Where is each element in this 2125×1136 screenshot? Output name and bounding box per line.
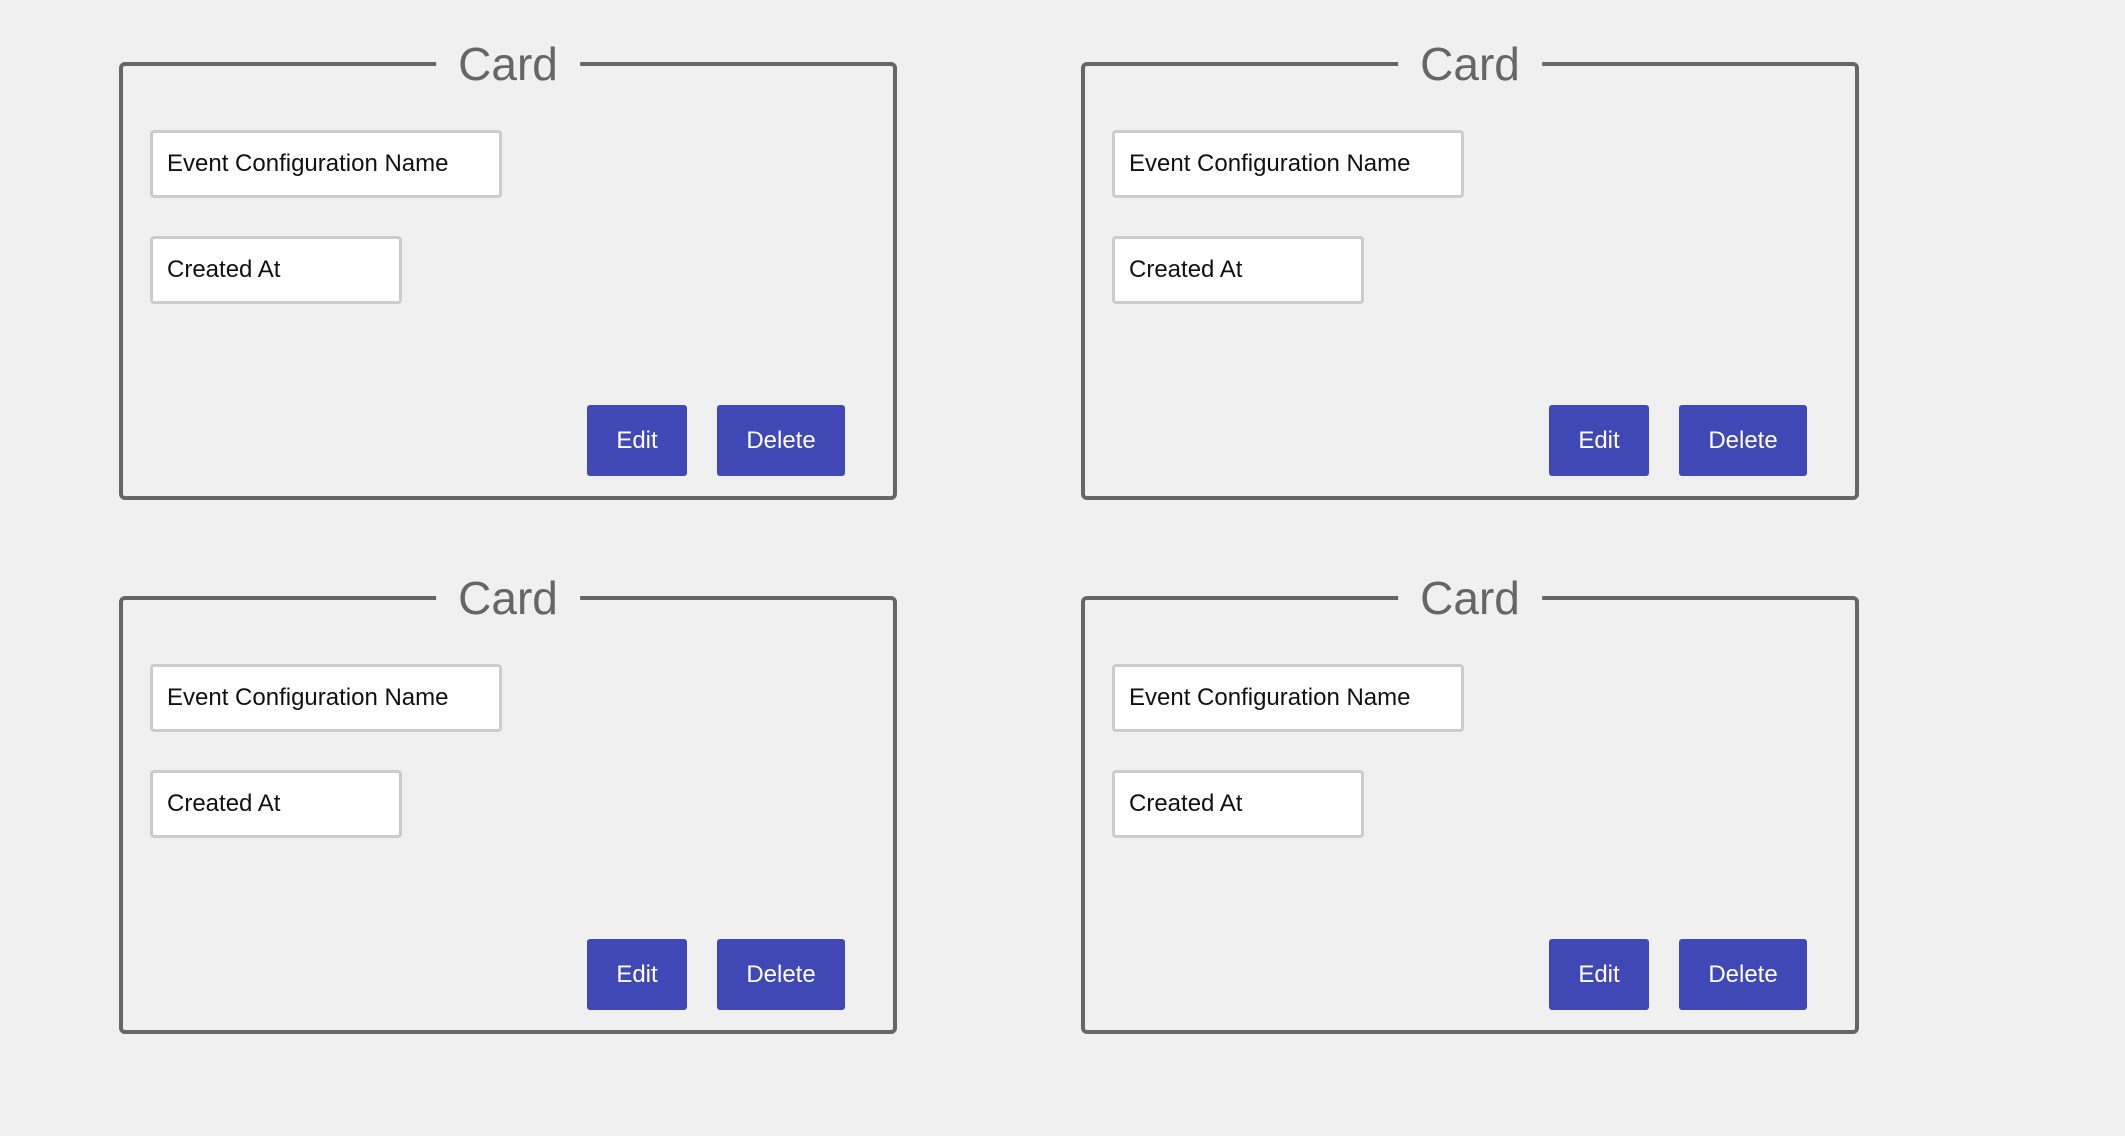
- card-title: Card: [1398, 564, 1542, 632]
- page: Card Event Configuration Name Created At…: [0, 0, 2125, 1136]
- card: Card Event Configuration Name Created At…: [119, 564, 897, 1034]
- event-configuration-name-field[interactable]: Event Configuration Name: [150, 130, 502, 198]
- card: Card Event Configuration Name Created At…: [1081, 30, 1859, 500]
- delete-button[interactable]: Delete: [717, 939, 845, 1010]
- card: Card Event Configuration Name Created At…: [119, 30, 897, 500]
- created-at-field[interactable]: Created At: [1112, 236, 1364, 304]
- card-title: Card: [436, 30, 580, 98]
- created-at-field[interactable]: Created At: [1112, 770, 1364, 838]
- event-configuration-name-field[interactable]: Event Configuration Name: [1112, 130, 1464, 198]
- edit-button[interactable]: Edit: [587, 939, 687, 1010]
- event-configuration-name-field[interactable]: Event Configuration Name: [150, 664, 502, 732]
- card-title: Card: [1398, 30, 1542, 98]
- created-at-field[interactable]: Created At: [150, 236, 402, 304]
- card: Card Event Configuration Name Created At…: [1081, 564, 1859, 1034]
- edit-button[interactable]: Edit: [587, 405, 687, 476]
- card-title: Card: [436, 564, 580, 632]
- edit-button[interactable]: Edit: [1549, 939, 1649, 1010]
- created-at-field[interactable]: Created At: [150, 770, 402, 838]
- event-configuration-name-field[interactable]: Event Configuration Name: [1112, 664, 1464, 732]
- delete-button[interactable]: Delete: [1679, 405, 1807, 476]
- delete-button[interactable]: Delete: [1679, 939, 1807, 1010]
- delete-button[interactable]: Delete: [717, 405, 845, 476]
- edit-button[interactable]: Edit: [1549, 405, 1649, 476]
